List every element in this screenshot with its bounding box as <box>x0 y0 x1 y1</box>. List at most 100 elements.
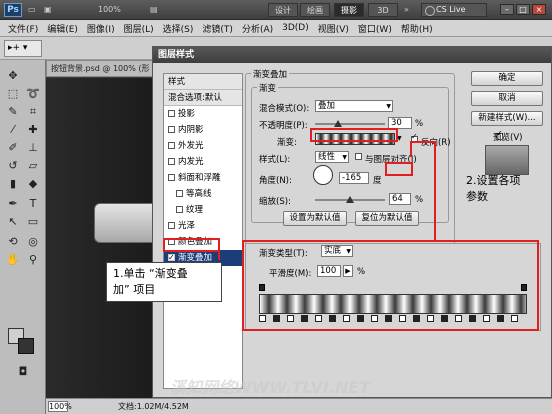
quick-mask-icon[interactable]: ◘ <box>14 364 32 380</box>
type-tool-icon[interactable]: T <box>24 196 42 212</box>
history-brush-icon[interactable]: ↺ <box>4 158 22 174</box>
minibridge-icon[interactable]: ▣ <box>44 4 52 16</box>
ok-button[interactable]: 确定 <box>471 71 543 86</box>
style-item-bevel-emboss[interactable]: 斜面和浮雕 <box>164 170 242 186</box>
zoom-field[interactable]: 100% <box>48 401 72 412</box>
scale-label: 缩放(S): <box>259 197 291 207</box>
brush-tool-icon[interactable]: ✐ <box>4 140 22 156</box>
style-label: 内阴影 <box>178 125 204 135</box>
menu-file[interactable]: 文件(F) <box>8 22 38 35</box>
checkbox[interactable] <box>176 190 183 197</box>
scale-slider-thumb[interactable] <box>346 196 354 203</box>
align-layer-checkbox[interactable] <box>355 153 362 160</box>
menu-3d[interactable]: 3D(D) <box>282 23 309 33</box>
arrange-icon[interactable]: ▤ <box>150 4 158 16</box>
tool-preset-picker[interactable]: ▸+ ▾ <box>4 40 42 57</box>
menu-select[interactable]: 选择(S) <box>163 22 194 35</box>
clone-stamp-icon[interactable]: ⊥ <box>24 140 42 156</box>
scale-input[interactable]: 64 <box>389 193 411 205</box>
workspace-design[interactable]: 设计 <box>268 3 298 17</box>
style-item-outer-glow[interactable]: 外发光 <box>164 138 242 154</box>
tools-panel: ✥ ⬚ ➰ ✎ ⌗ ⁄ ✚ ✐ ⊥ ↺ ▱ ▮ ◆ ✒ T ↖ ▭ ⟲ ◎ ✋ … <box>0 60 46 414</box>
style-label: 外发光 <box>178 141 204 151</box>
more-workspaces[interactable]: » <box>404 4 409 16</box>
maximize-icon[interactable]: □ <box>516 4 530 15</box>
background-color-swatch[interactable] <box>18 338 34 354</box>
menu-window[interactable]: 窗口(W) <box>358 22 392 35</box>
shape-tool-icon[interactable]: ▭ <box>24 214 42 230</box>
style-label: 等高线 <box>186 189 212 199</box>
style-select[interactable]: 线性 <box>315 151 349 163</box>
opacity-label: 不透明度(P): <box>259 121 308 131</box>
zoom-level[interactable]: 100% <box>98 4 121 16</box>
highlight-gradient-editor <box>242 240 539 331</box>
highlight-scale-input <box>385 162 413 176</box>
style-item-inner-shadow[interactable]: 内阴影 <box>164 122 242 138</box>
angle-label: 角度(N): <box>259 176 292 186</box>
eyedropper-icon[interactable]: ⁄ <box>4 122 22 138</box>
checkbox[interactable] <box>168 142 175 149</box>
marquee-tool-icon[interactable]: ⬚ <box>4 86 22 102</box>
make-default-button[interactable]: 设置为默认值 <box>283 211 347 226</box>
minimize-icon[interactable]: – <box>500 4 514 15</box>
checkbox[interactable] <box>168 110 175 117</box>
connector-line <box>434 141 436 240</box>
blend-mode-select[interactable]: 叠加 <box>315 100 393 112</box>
quick-select-icon[interactable]: ✎ <box>4 104 22 120</box>
checkbox[interactable] <box>168 250 175 266</box>
checkbox[interactable] <box>168 174 175 181</box>
opacity-slider-thumb[interactable] <box>334 120 342 127</box>
reset-default-button[interactable]: 复位为默认值 <box>355 211 419 226</box>
pen-tool-icon[interactable]: ✒ <box>4 196 22 212</box>
opacity-slider[interactable] <box>315 123 385 125</box>
zoom-tool-icon[interactable]: ⚲ <box>24 252 42 268</box>
angle-input[interactable]: -165 <box>339 172 369 184</box>
angle-dial[interactable] <box>313 165 333 185</box>
style-label: 纹理 <box>186 205 204 215</box>
menu-view[interactable]: 视图(V) <box>318 22 349 35</box>
3d-rotate-icon[interactable]: ⟲ <box>4 234 22 250</box>
document-tab[interactable]: 按钮背景.psd @ 100% (形 <box>46 60 160 77</box>
document-size: 文档:1.02M/4.52M <box>118 402 189 411</box>
style-item-texture[interactable]: 纹理 <box>164 202 242 218</box>
workspace-3d[interactable]: 3D <box>368 3 398 17</box>
workspace-photo[interactable]: 摄影 <box>334 3 364 17</box>
close-icon[interactable]: × <box>532 4 546 15</box>
menu-edit[interactable]: 编辑(E) <box>47 22 78 35</box>
crop-tool-icon[interactable]: ⌗ <box>24 104 42 120</box>
style-item-drop-shadow[interactable]: 投影 <box>164 106 242 122</box>
cancel-button[interactable]: 取消 <box>471 91 543 106</box>
styles-header[interactable]: 样式 <box>164 74 242 90</box>
style-item-satin[interactable]: 光泽 <box>164 218 242 234</box>
checkbox[interactable] <box>168 126 175 133</box>
path-select-icon[interactable]: ↖ <box>4 214 22 230</box>
menu-help[interactable]: 帮助(H) <box>401 22 433 35</box>
blur-tool-icon[interactable]: ◆ <box>24 176 42 192</box>
style-item-inner-glow[interactable]: 内发光 <box>164 154 242 170</box>
menu-filter[interactable]: 滤镜(T) <box>202 22 233 35</box>
blend-options-item[interactable]: 混合选项:默认 <box>164 90 242 106</box>
menu-layer[interactable]: 图层(L) <box>124 22 154 35</box>
move-tool-icon[interactable]: ✥ <box>4 68 22 84</box>
style-item-contour[interactable]: 等高线 <box>164 186 242 202</box>
photoshop-logo: Ps <box>4 3 22 17</box>
menu-image[interactable]: 图像(I) <box>87 22 115 35</box>
checkbox[interactable] <box>168 222 175 229</box>
workspace-paint[interactable]: 绘画 <box>300 3 330 17</box>
checkbox[interactable] <box>176 206 183 213</box>
degree-label: 度 <box>373 176 382 186</box>
cs-live-button[interactable]: CS Live <box>421 3 487 17</box>
menu-analysis[interactable]: 分析(A) <box>242 22 273 35</box>
gradient-tool-icon[interactable]: ▮ <box>4 176 22 192</box>
lasso-tool-icon[interactable]: ➰ <box>24 86 42 102</box>
eraser-icon[interactable]: ▱ <box>24 158 42 174</box>
3d-orbit-icon[interactable]: ◎ <box>24 234 42 250</box>
dialog-title: 图层样式 <box>153 47 551 63</box>
status-bar: 100% 文档:1.02M/4.52M <box>46 398 552 414</box>
hand-tool-icon[interactable]: ✋ <box>4 252 22 268</box>
bridge-icon[interactable]: ▭ <box>28 4 36 16</box>
gradient-dropdown-icon[interactable]: ▼ <box>397 133 407 145</box>
new-style-button[interactable]: 新建样式(W)... <box>471 111 543 126</box>
checkbox[interactable] <box>168 158 175 165</box>
healing-brush-icon[interactable]: ✚ <box>24 122 42 138</box>
